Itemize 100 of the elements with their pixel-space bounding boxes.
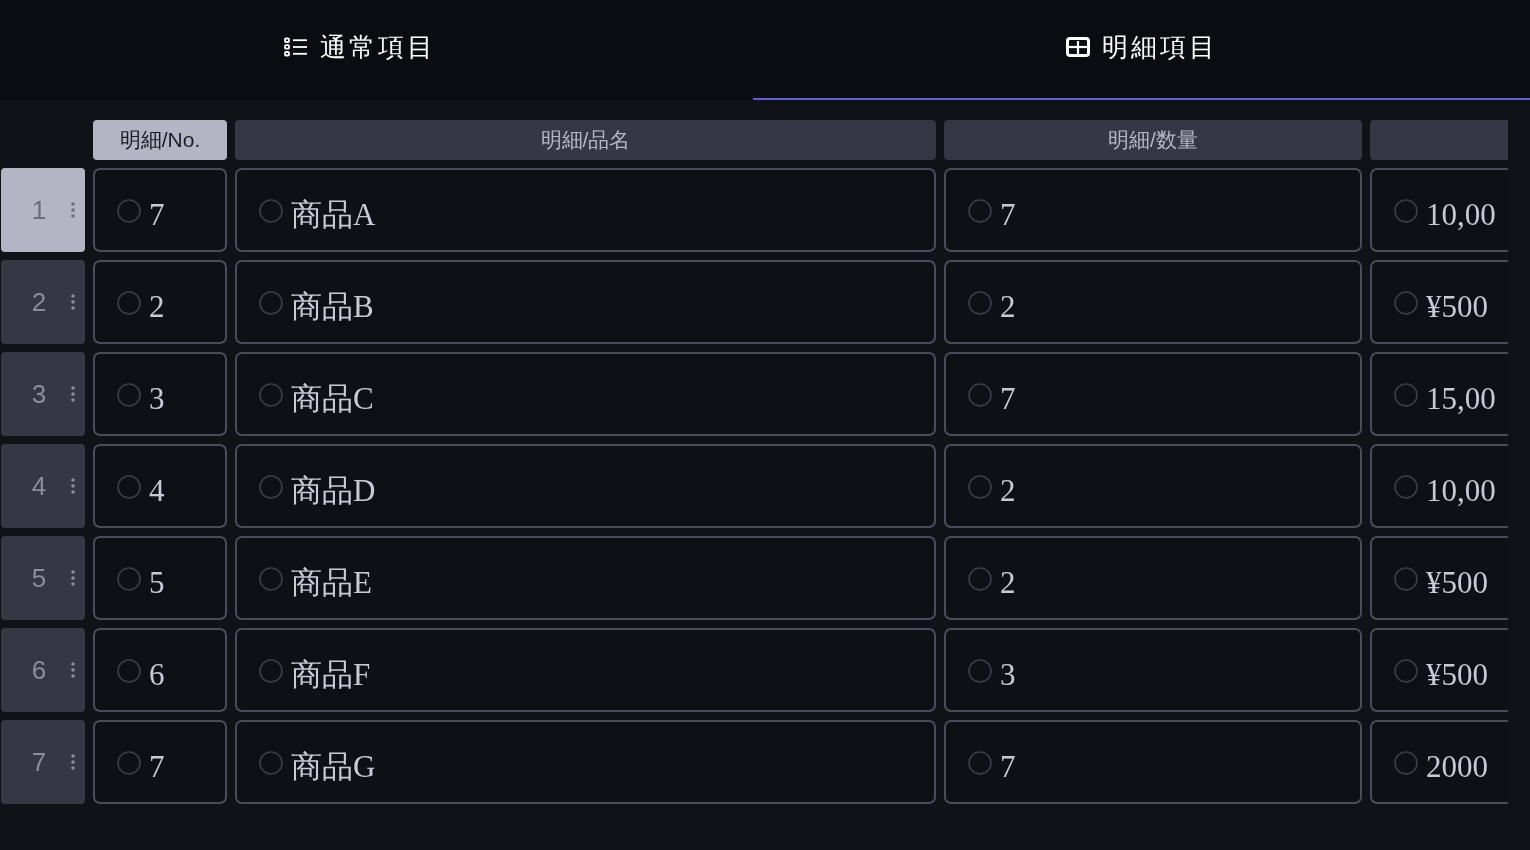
table-cell[interactable]: 商品E — [235, 536, 936, 620]
table-cell[interactable]: 商品D — [235, 444, 936, 528]
table-cell[interactable]: 6 — [93, 628, 227, 712]
table-cell[interactable]: ¥500 — [1370, 260, 1508, 344]
table-cell[interactable]: 7 — [93, 720, 227, 804]
cell-value: 7 — [1000, 381, 1016, 417]
cell-value: 7 — [149, 749, 165, 785]
table-cell[interactable]: 商品G — [235, 720, 936, 804]
table-cell[interactable]: 2000 — [1370, 720, 1508, 804]
cell-value: 2000 — [1426, 749, 1488, 785]
circle-icon — [259, 659, 283, 683]
table-cell[interactable]: 7 — [944, 168, 1362, 252]
table-cell[interactable]: 商品C — [235, 352, 936, 436]
column-header[interactable]: 明細/No. — [93, 120, 227, 160]
circle-icon — [1394, 659, 1418, 683]
row-number: 7 — [31, 746, 47, 778]
cell-value: 2 — [149, 289, 165, 325]
cell-value: 2 — [1000, 289, 1016, 325]
cell-value: 商品D — [291, 472, 376, 510]
cell-value: 15,00 — [1426, 381, 1496, 417]
table-cell[interactable]: 10,00 — [1370, 168, 1508, 252]
row-number: 6 — [31, 654, 47, 686]
cell-value: 5 — [149, 565, 165, 601]
cell-value: 商品G — [291, 748, 376, 786]
table-cell[interactable]: 15,00 — [1370, 352, 1508, 436]
row-number: 1 — [31, 194, 47, 226]
circle-icon — [117, 659, 141, 683]
cell-value: 3 — [1000, 657, 1016, 693]
table-cell[interactable]: 10,00 — [1370, 444, 1508, 528]
vertical-dots-icon[interactable] — [71, 294, 75, 310]
row-header[interactable]: 4 — [1, 444, 85, 528]
circle-icon — [1394, 291, 1418, 315]
row-number: 2 — [31, 286, 47, 318]
row-header[interactable]: 3 — [1, 352, 85, 436]
vertical-dots-icon[interactable] — [71, 202, 75, 218]
circle-icon — [117, 291, 141, 315]
table-cell[interactable]: 3 — [944, 628, 1362, 712]
circle-icon — [968, 475, 992, 499]
tab[interactable]: 明細項目 — [753, 0, 1530, 100]
circle-icon — [259, 291, 283, 315]
table-cell[interactable]: 2 — [93, 260, 227, 344]
table-cell[interactable]: 7 — [93, 168, 227, 252]
table-cell[interactable]: ¥500 — [1370, 628, 1508, 712]
row-header[interactable]: 6 — [1, 628, 85, 712]
table-cell[interactable]: 7 — [944, 352, 1362, 436]
circle-icon — [968, 291, 992, 315]
cell-value: 10,00 — [1426, 197, 1496, 233]
cell-value: 6 — [149, 657, 165, 693]
row-header[interactable]: 5 — [1, 536, 85, 620]
circle-icon — [1394, 751, 1418, 775]
circle-icon — [968, 751, 992, 775]
vertical-dots-icon[interactable] — [71, 570, 75, 586]
table-cell[interactable]: 2 — [944, 444, 1362, 528]
table-cell[interactable]: 商品F — [235, 628, 936, 712]
list-icon — [283, 37, 308, 57]
row-number: 3 — [31, 378, 47, 410]
circle-icon — [1394, 475, 1418, 499]
table-cell[interactable]: 商品A — [235, 168, 936, 252]
table-cell[interactable]: 2 — [944, 260, 1362, 344]
circle-icon — [117, 383, 141, 407]
row-header[interactable]: 7 — [1, 720, 85, 804]
circle-icon — [259, 199, 283, 223]
table-cell[interactable]: 3 — [93, 352, 227, 436]
vertical-dots-icon[interactable] — [71, 662, 75, 678]
row-number: 5 — [31, 562, 47, 594]
circle-icon — [1394, 567, 1418, 591]
cell-value: 商品C — [291, 380, 374, 418]
cell-value: 商品B — [291, 288, 374, 326]
table-icon — [1065, 37, 1090, 57]
table-cell[interactable]: 5 — [93, 536, 227, 620]
vertical-dots-icon[interactable] — [71, 386, 75, 402]
table-cell[interactable]: 4 — [93, 444, 227, 528]
cell-value: 商品F — [291, 656, 371, 694]
circle-icon — [1394, 383, 1418, 407]
circle-icon — [968, 659, 992, 683]
table-cell[interactable]: 2 — [944, 536, 1362, 620]
vertical-dots-icon[interactable] — [71, 478, 75, 494]
circle-icon — [117, 567, 141, 591]
table-cell[interactable]: 7 — [944, 720, 1362, 804]
cell-value: 3 — [149, 381, 165, 417]
cell-value: 2 — [1000, 565, 1016, 601]
cell-value: 7 — [1000, 197, 1016, 233]
table-cell[interactable]: 商品B — [235, 260, 936, 344]
row-header[interactable]: 2 — [1, 260, 85, 344]
cell-value: 商品A — [291, 196, 376, 234]
circle-icon — [968, 567, 992, 591]
circle-icon — [259, 567, 283, 591]
circle-icon — [259, 383, 283, 407]
row-number: 4 — [31, 470, 47, 502]
cell-value: 2 — [1000, 473, 1016, 509]
column-header[interactable]: 明細/数量 — [944, 120, 1362, 160]
column-header[interactable]: 明細/品名 — [235, 120, 936, 160]
tab[interactable]: 通常項目 — [0, 0, 753, 100]
cell-value: ¥500 — [1426, 565, 1488, 601]
cell-value: 7 — [1000, 749, 1016, 785]
cell-value: 商品E — [291, 564, 372, 602]
vertical-dots-icon[interactable] — [71, 754, 75, 770]
table-cell[interactable]: ¥500 — [1370, 536, 1508, 620]
cell-value: ¥500 — [1426, 657, 1488, 693]
circle-icon — [117, 475, 141, 499]
